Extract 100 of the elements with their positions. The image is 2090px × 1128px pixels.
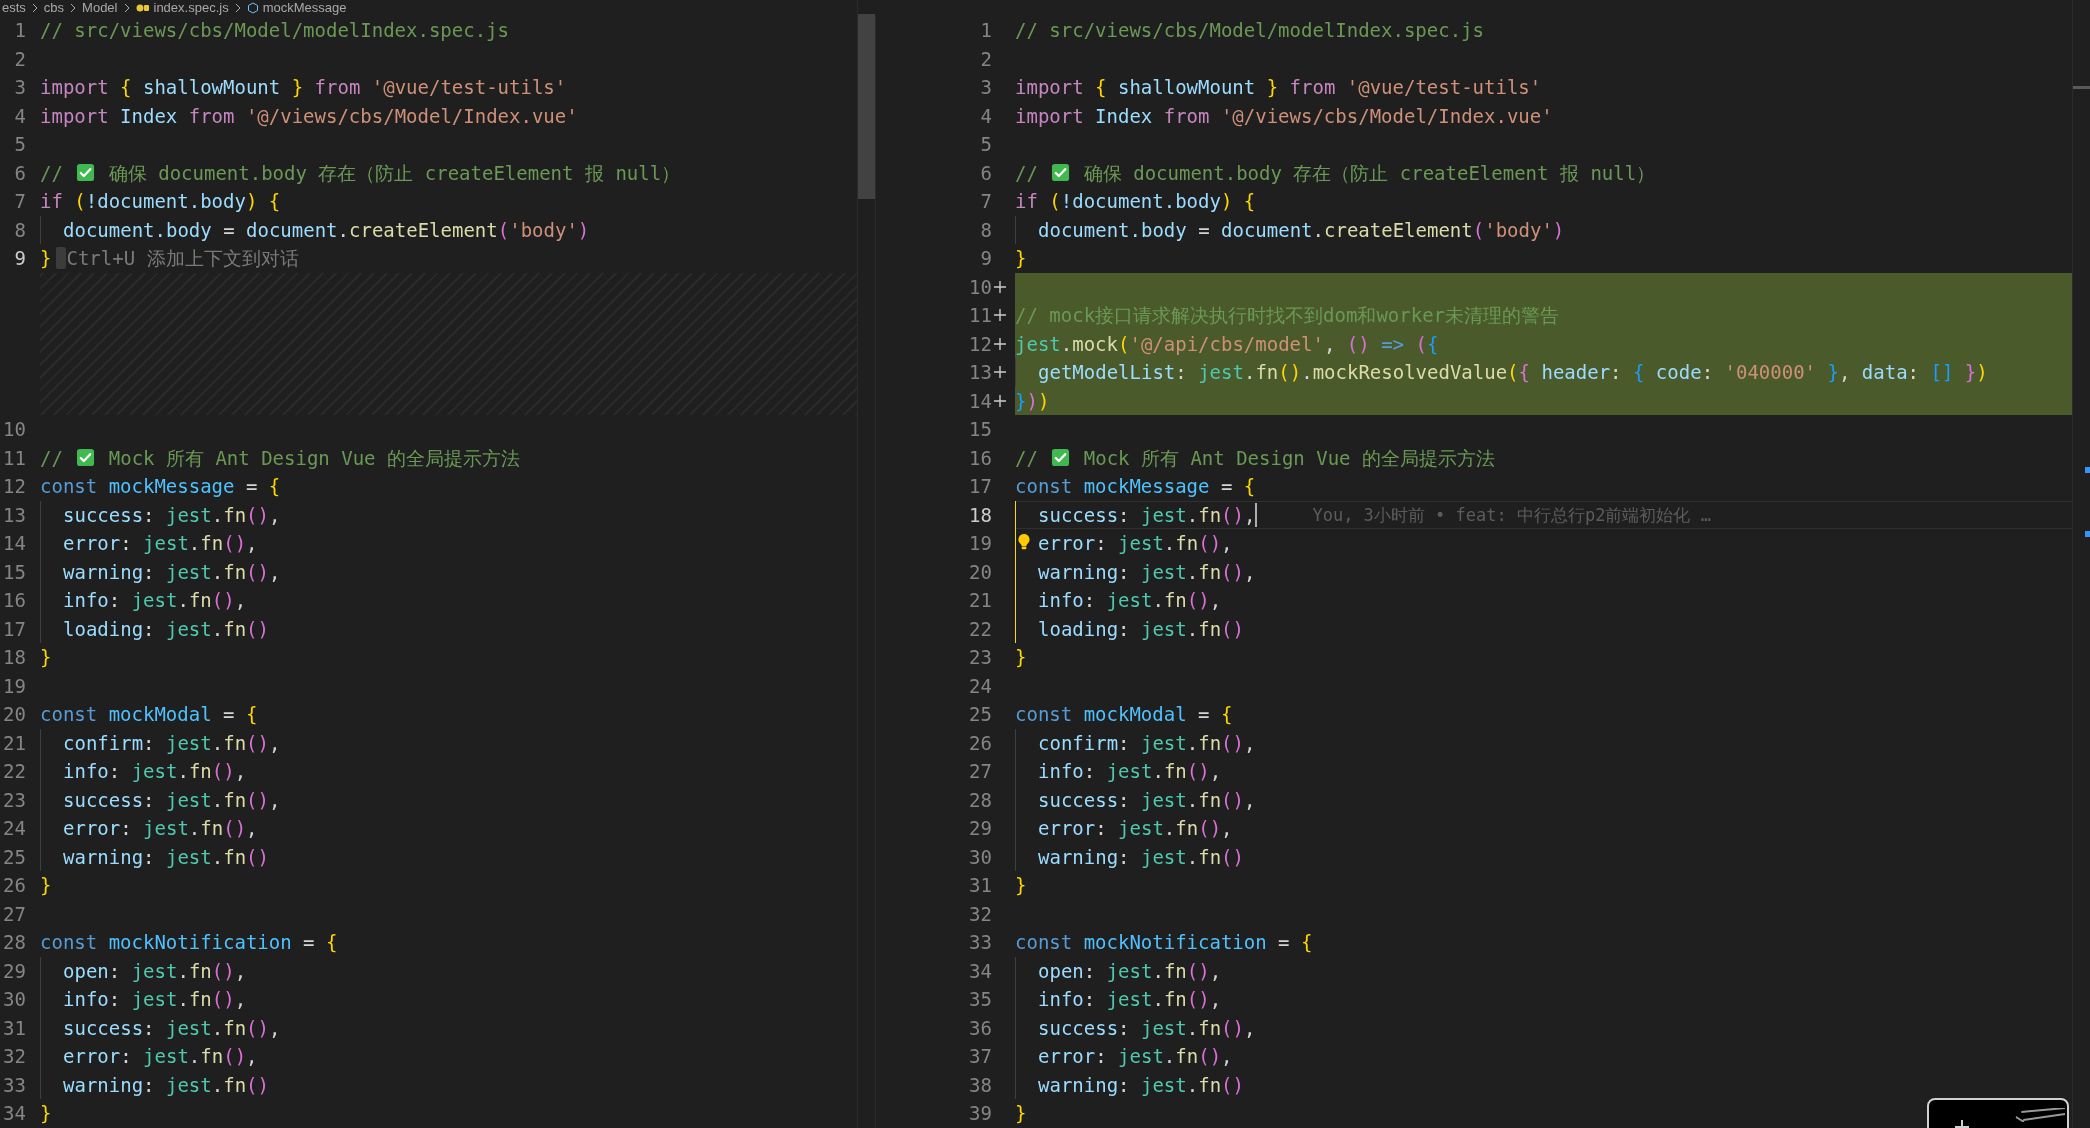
code-text: info: jest.fn(), bbox=[63, 759, 247, 784]
code-text: Mock 所有 Ant Design Vue 的全局提示方法 bbox=[1082, 445, 1495, 471]
line-number: 2 bbox=[979, 46, 992, 72]
line-number: 29 bbox=[2, 958, 26, 984]
code-text: info: jest.fn(), bbox=[1038, 588, 1222, 613]
line-number: 30 bbox=[968, 844, 992, 870]
code-text: // src/views/cbs/Model/modelIndex.spec.js bbox=[40, 18, 509, 43]
code-text: info: jest.fn(), bbox=[1038, 759, 1222, 784]
line-number: 20 bbox=[2, 702, 26, 727]
code-text: 确保 document.body 存在（防止 createElement 报 null） bbox=[1082, 160, 1656, 186]
code-text: } bbox=[40, 645, 52, 670]
breadcrumb-item[interactable]: index.spec.js bbox=[153, 0, 229, 16]
line-number: 4 bbox=[979, 103, 992, 129]
checkmark-icon bbox=[76, 448, 96, 468]
checkmark-icon bbox=[76, 163, 96, 183]
line-number: 8 bbox=[979, 217, 992, 243]
line-number: 19 bbox=[968, 531, 992, 556]
line-number: 28 bbox=[2, 930, 26, 955]
line-number: 26 bbox=[2, 873, 26, 898]
scrollbar-thumb[interactable] bbox=[2073, 86, 2090, 89]
line-number: 18 bbox=[968, 502, 992, 528]
line-number: 16 bbox=[2, 588, 26, 613]
chevron-right-icon bbox=[70, 3, 77, 13]
line-number: 13 bbox=[968, 360, 992, 385]
line-number: 32 bbox=[2, 1044, 26, 1069]
scrollbar-track[interactable] bbox=[857, 0, 875, 1128]
chevron-right-icon bbox=[123, 3, 130, 13]
code-text: // bbox=[1015, 445, 1039, 471]
line-number: 31 bbox=[968, 873, 992, 898]
code-text: import { shallowMount } from '@vue/test-utils' bbox=[40, 75, 567, 100]
code-text: import Index from '@/views/cbs/Model/Index.vue' bbox=[40, 103, 578, 129]
breadcrumb-item[interactable]: cbs bbox=[43, 0, 65, 16]
blame-annotation: You, 3小时前 • feat: 中行总行p2前端初始化 … bbox=[1312, 503, 1711, 527]
line-number: 33 bbox=[2, 1072, 26, 1098]
code-text: error: jest.fn(), bbox=[1038, 1044, 1233, 1069]
code-text: warning: jest.fn() bbox=[1038, 844, 1244, 870]
line-number: 21 bbox=[2, 730, 26, 756]
code-text: } bbox=[1015, 1101, 1027, 1126]
code-text: // bbox=[1015, 160, 1039, 186]
chevron-right-icon bbox=[31, 3, 38, 13]
checkmark-icon bbox=[1051, 448, 1071, 468]
line-number: 16 bbox=[968, 445, 992, 471]
code-text: const mockNotification = { bbox=[40, 930, 338, 955]
line-number: 9 bbox=[13, 246, 26, 271]
code-text: warning: jest.fn() bbox=[63, 844, 269, 870]
line-number: 13 bbox=[2, 502, 26, 528]
scrollbar-thumb[interactable] bbox=[858, 14, 875, 199]
line-number: 37 bbox=[968, 1044, 992, 1069]
code-text: if (!document.body) { bbox=[40, 189, 281, 214]
code-text: } bbox=[40, 1101, 52, 1126]
line-number: 18 bbox=[2, 645, 26, 670]
line-number: 39 bbox=[968, 1101, 992, 1126]
code-text: document.body = document.createElement('body') bbox=[63, 217, 590, 243]
line-number: 5 bbox=[13, 132, 26, 157]
code-text: error: jest.fn(), bbox=[63, 1044, 258, 1069]
code-text: } bbox=[1015, 645, 1027, 670]
code-text: error: jest.fn(), bbox=[1038, 531, 1233, 556]
code-text: 确保 document.body 存在（防止 createElement 报 null） bbox=[107, 160, 681, 186]
line-number: 9 bbox=[979, 246, 992, 271]
code-text: error: jest.fn(), bbox=[63, 531, 258, 556]
code-text: confirm: jest.fn(), bbox=[63, 730, 281, 756]
line-number: 10 bbox=[968, 274, 992, 300]
code-text: jest.mock('@/api/cbs/model', () => ({ bbox=[1015, 331, 1439, 357]
code-text: warning: jest.fn() bbox=[1038, 1072, 1244, 1098]
line-number: 4 bbox=[13, 103, 26, 129]
code-text: const mockNotification = { bbox=[1015, 930, 1313, 955]
breadcrumb-item[interactable]: mockMessage bbox=[262, 0, 347, 16]
line-number: 27 bbox=[968, 759, 992, 784]
code-text: success: jest.fn(), bbox=[63, 787, 281, 813]
lightbulb-icon[interactable] bbox=[1017, 533, 1031, 551]
code-text: loading: jest.fn() bbox=[1038, 616, 1244, 642]
overview-marker bbox=[2085, 531, 2090, 537]
code-text: warning: jest.fn(), bbox=[63, 559, 281, 585]
code-text: confirm: jest.fn(), bbox=[1038, 730, 1256, 756]
code-text: success: jest.fn(), bbox=[1038, 787, 1256, 813]
scrollbar-track[interactable] bbox=[2072, 0, 2090, 1128]
line-number: 15 bbox=[2, 559, 26, 585]
code-text: })) bbox=[1015, 388, 1050, 414]
line-number: 11 bbox=[968, 303, 992, 328]
code-text: open: jest.fn(), bbox=[63, 958, 247, 984]
code-text: } bbox=[40, 246, 52, 271]
code-text: Mock 所有 Ant Design Vue 的全局提示方法 bbox=[107, 445, 520, 471]
breadcrumb-item[interactable]: ests bbox=[2, 0, 26, 16]
line-number: 8 bbox=[13, 217, 26, 243]
chevron-right-icon bbox=[234, 3, 241, 13]
code-text: getModelList: jest.fn().mockResolvedValue({ header: { code: '040000' }, data: [] }) bbox=[1038, 360, 1988, 385]
text-cursor bbox=[56, 247, 67, 270]
line-number: 30 bbox=[2, 987, 26, 1012]
inline-hint: Ctrl+U 添加上下文到对话 bbox=[66, 246, 299, 271]
breadcrumb-item[interactable]: Model bbox=[82, 0, 118, 16]
code-text: const mockModal = { bbox=[1015, 702, 1233, 727]
checkmark-icon bbox=[1051, 163, 1071, 183]
code-text: document.body = document.createElement('body') bbox=[1038, 217, 1565, 243]
code-text: success: jest.fn(), bbox=[63, 502, 281, 528]
line-number: 5 bbox=[979, 132, 992, 157]
code-text: // bbox=[40, 445, 64, 471]
line-number: 3 bbox=[13, 75, 26, 100]
code-text: } bbox=[1015, 873, 1027, 898]
line-number: 1 bbox=[13, 18, 26, 43]
line-number: 24 bbox=[2, 816, 26, 841]
